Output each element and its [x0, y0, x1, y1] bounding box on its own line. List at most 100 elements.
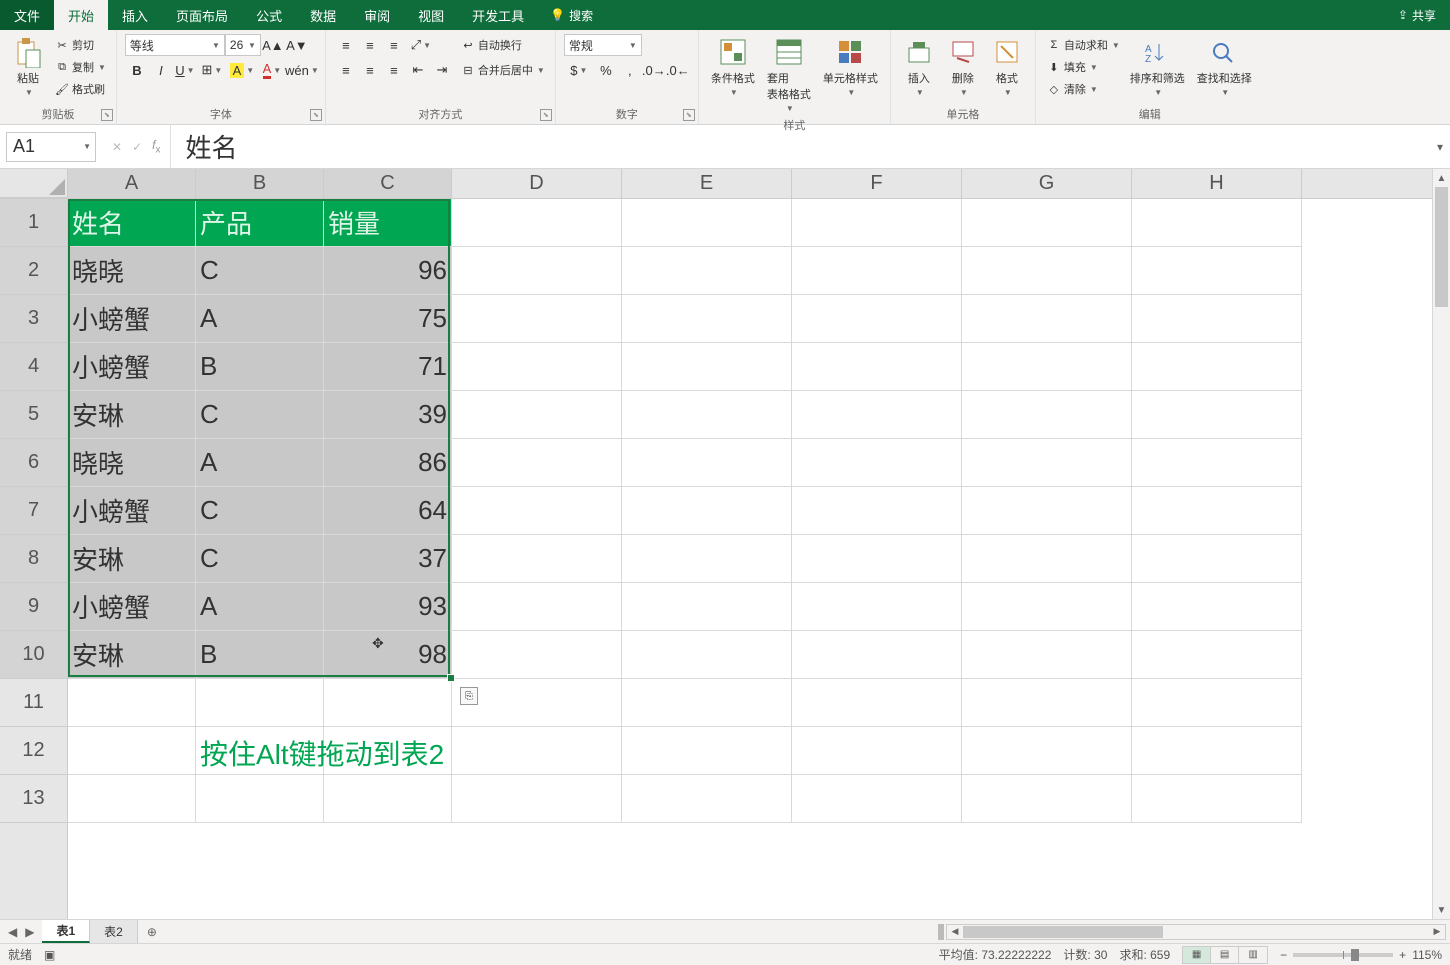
zoom-in-button[interactable]: + — [1399, 948, 1406, 962]
increase-font-button[interactable]: A▲ — [261, 34, 285, 56]
cancel-formula-icon[interactable]: ✕ — [112, 140, 122, 154]
cell[interactable] — [962, 391, 1132, 439]
formula-bar-expand[interactable]: ▾ — [1430, 140, 1450, 154]
increase-decimal-button[interactable]: .0→ — [642, 59, 666, 81]
cell[interactable] — [452, 535, 622, 583]
cell[interactable] — [1132, 199, 1302, 247]
row-header-5[interactable]: 5 — [0, 391, 67, 439]
tab-developer[interactable]: 开发工具 — [458, 0, 538, 30]
table-cell[interactable]: C — [196, 487, 324, 535]
cell[interactable] — [622, 679, 792, 727]
comma-button[interactable]: , — [618, 59, 642, 81]
orientation-button[interactable]: ⤢▼ — [406, 34, 436, 56]
cell[interactable] — [1132, 391, 1302, 439]
cell[interactable] — [1132, 583, 1302, 631]
table-cell[interactable]: 98 — [324, 631, 452, 679]
fill-handle[interactable] — [447, 674, 455, 682]
align-dialog-launcher[interactable]: ⬊ — [540, 109, 552, 121]
cell[interactable] — [1132, 679, 1302, 727]
sheet-tab-split[interactable] — [938, 924, 944, 940]
decrease-font-button[interactable]: A▼ — [285, 34, 309, 56]
row-header-8[interactable]: 8 — [0, 535, 67, 583]
cell[interactable] — [792, 439, 962, 487]
table-header-cell[interactable]: 姓名 — [68, 199, 196, 247]
cell[interactable] — [962, 487, 1132, 535]
cell[interactable] — [622, 295, 792, 343]
select-all-corner[interactable] — [0, 169, 68, 198]
col-header-F[interactable]: F — [792, 169, 962, 198]
add-sheet-button[interactable]: ⊕ — [138, 920, 166, 943]
table-cell[interactable]: B — [196, 343, 324, 391]
tab-review[interactable]: 审阅 — [350, 0, 404, 30]
cell[interactable] — [452, 295, 622, 343]
tab-page-layout[interactable]: 页面布局 — [162, 0, 242, 30]
cell[interactable] — [792, 775, 962, 823]
cell[interactable] — [962, 679, 1132, 727]
view-page-layout-button[interactable]: ▤ — [1211, 947, 1239, 963]
format-cells-button[interactable]: 格式▼ — [987, 34, 1027, 99]
cell[interactable] — [68, 727, 196, 775]
table-cell[interactable]: 安琳 — [68, 391, 196, 439]
cell[interactable] — [1132, 535, 1302, 583]
cell[interactable] — [452, 343, 622, 391]
enter-formula-icon[interactable]: ✓ — [132, 140, 142, 154]
search-tab[interactable]: 💡 搜索 — [538, 0, 605, 30]
paste-options-icon[interactable]: ⎘ — [460, 687, 478, 705]
row-header-11[interactable]: 11 — [0, 679, 67, 727]
cell[interactable] — [452, 247, 622, 295]
cell[interactable] — [196, 679, 324, 727]
hscroll-thumb[interactable] — [963, 926, 1163, 938]
clipboard-dialog-launcher[interactable]: ⬊ — [101, 109, 113, 121]
format-painter-button[interactable]: 🖌格式刷 — [52, 78, 108, 100]
cell[interactable] — [452, 631, 622, 679]
tab-data[interactable]: 数据 — [296, 0, 350, 30]
zoom-level[interactable]: 115% — [1412, 948, 1442, 962]
cell[interactable] — [324, 679, 452, 727]
row-header-13[interactable]: 13 — [0, 775, 67, 823]
sheet-tab-1[interactable]: 表1 — [42, 920, 90, 943]
font-size-select[interactable]: 26▼ — [225, 34, 261, 56]
copy-button[interactable]: ⧉复制▼ — [52, 56, 108, 78]
align-right-button[interactable]: ≡ — [382, 59, 406, 81]
cell[interactable] — [792, 295, 962, 343]
table-cell[interactable]: 晓晓 — [68, 439, 196, 487]
cell[interactable] — [622, 439, 792, 487]
cell[interactable] — [622, 535, 792, 583]
cell[interactable] — [792, 391, 962, 439]
table-cell[interactable]: 安琳 — [68, 535, 196, 583]
cell[interactable] — [196, 775, 324, 823]
cell[interactable] — [792, 343, 962, 391]
cell[interactable] — [1132, 439, 1302, 487]
cell[interactable] — [622, 391, 792, 439]
table-cell[interactable]: B — [196, 631, 324, 679]
bold-button[interactable]: B — [125, 59, 149, 81]
table-cell[interactable]: A — [196, 295, 324, 343]
cell[interactable] — [1132, 727, 1302, 775]
fill-color-button[interactable]: A▼ — [227, 59, 257, 81]
cell[interactable] — [962, 343, 1132, 391]
cell[interactable] — [1132, 487, 1302, 535]
cells-canvas[interactable]: 姓名产品销量晓晓C96小螃蟹A75小螃蟹B71安琳C39晓晓A86小螃蟹C64安… — [68, 199, 1432, 919]
table-cell[interactable]: 小螃蟹 — [68, 487, 196, 535]
find-select-button[interactable]: 查找和选择▼ — [1193, 34, 1256, 99]
currency-button[interactable]: $▼ — [564, 59, 594, 81]
cell[interactable] — [792, 679, 962, 727]
fill-button[interactable]: ⬇填充▼ — [1044, 56, 1122, 78]
row-header-4[interactable]: 4 — [0, 343, 67, 391]
clear-button[interactable]: ◇清除▼ — [1044, 78, 1122, 100]
font-dialog-launcher[interactable]: ⬊ — [310, 109, 322, 121]
table-cell[interactable]: 晓晓 — [68, 247, 196, 295]
vscroll-thumb[interactable] — [1435, 187, 1448, 307]
autosum-button[interactable]: Σ自动求和▼ — [1044, 34, 1122, 56]
col-header-G[interactable]: G — [962, 169, 1132, 198]
table-cell[interactable]: 96 — [324, 247, 452, 295]
align-center-button[interactable]: ≡ — [358, 59, 382, 81]
table-header-cell[interactable]: 销量 — [324, 199, 452, 247]
horizontal-scrollbar[interactable]: ◀ ▶ — [946, 924, 1446, 940]
cell[interactable] — [792, 535, 962, 583]
cell[interactable] — [962, 775, 1132, 823]
cell[interactable] — [68, 775, 196, 823]
share-button[interactable]: ⇪ 共享 — [1384, 0, 1450, 30]
cell[interactable] — [962, 199, 1132, 247]
italic-button[interactable]: I — [149, 59, 173, 81]
